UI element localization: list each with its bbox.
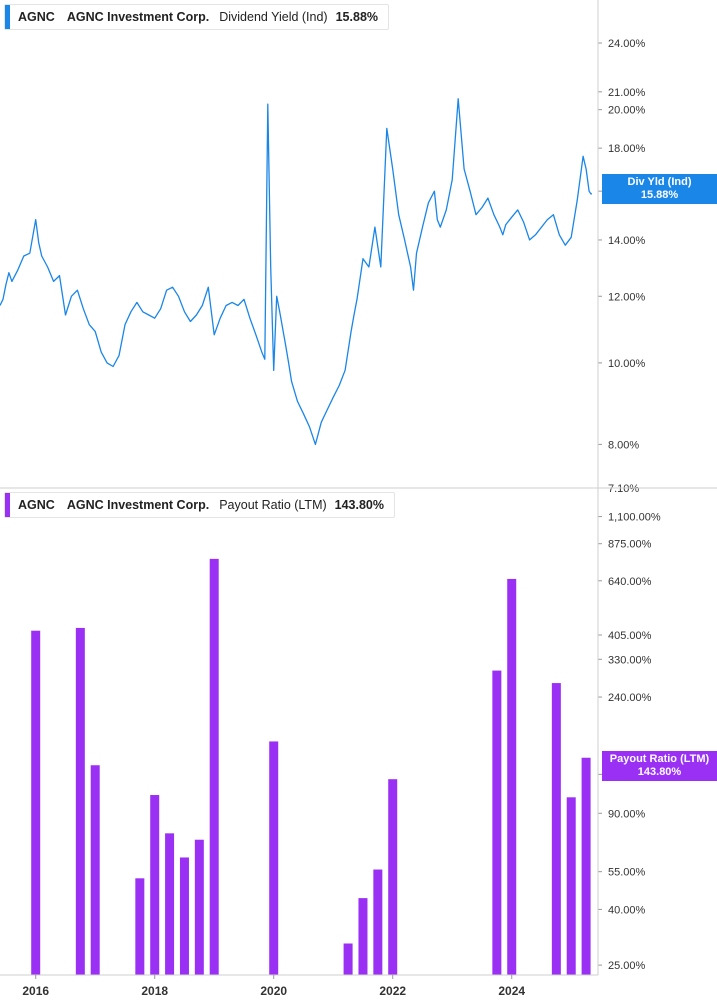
legend-company-name: AGNC Investment Corp.: [66, 10, 210, 24]
x-axis-tick-label: 2016: [22, 984, 49, 998]
payout-ratio-bar: [194, 839, 204, 975]
payout-ratio-bar: [492, 670, 502, 975]
y-axis-tick-label: 14.00%: [608, 235, 646, 247]
x-axis-tick-label: 2024: [498, 984, 525, 998]
legend-current-value: 143.80%: [334, 498, 385, 512]
y-axis-tick-label: 20.00%: [608, 105, 646, 117]
payout-ratio-bar: [551, 683, 561, 975]
dividend-yield-legend[interactable]: AGNC AGNC Investment Corp. Dividend Yiel…: [4, 4, 390, 30]
payout-ratio-value-tag: Payout Ratio (LTM) 143.80%: [602, 751, 717, 781]
y-axis-tick-label: 1,100.00%: [608, 512, 661, 524]
value-tag-value: 143.80%: [637, 766, 682, 778]
legend-metric-name: Payout Ratio (LTM): [219, 498, 327, 512]
payout-ratio-bar: [566, 797, 576, 975]
y-axis-tick-label: 330.00%: [608, 654, 652, 666]
payout-ratio-bar: [179, 857, 189, 975]
y-axis-tick-label: 875.00%: [608, 539, 652, 551]
payout-ratio-bar: [358, 898, 368, 975]
payout-ratio-bar: [75, 627, 85, 975]
payout-series-swatch: [5, 493, 10, 517]
payout-ratio-panel: 1,100.00% 875.00% 640.00% 405.00% 330.00% 240…: [0, 512, 661, 998]
value-tag-label: Payout Ratio (LTM): [609, 753, 710, 765]
payout-ratio-bar: [209, 558, 219, 975]
y-axis-tick-label: 12.00%: [608, 291, 646, 303]
y-axis-tick-label: 18.00%: [608, 143, 646, 155]
y-axis-tick-label: 405.00%: [608, 630, 652, 642]
dividend-yield-panel: 24.00%21.00%20.00%18.00%16.00%14.00%12.0…: [0, 38, 646, 495]
x-axis-tick-label: 2022: [379, 984, 406, 998]
y-axis-tick-label: 7.10%: [608, 483, 639, 495]
legend-metric-name: Dividend Yield (Ind): [219, 10, 328, 24]
yield-series-swatch: [5, 5, 10, 29]
payout-ratio-bar: [31, 630, 41, 975]
legend-current-value: 15.88%: [335, 10, 379, 24]
y-axis-tick-label: 55.00%: [608, 867, 646, 879]
x-axis-tick-label: 2020: [260, 984, 287, 998]
dividend-yield-line: [0, 98, 592, 446]
y-axis-tick-label: 8.00%: [608, 439, 639, 451]
payout-ratio-bar: [269, 741, 279, 975]
legend-company-name: AGNC Investment Corp.: [66, 498, 210, 512]
payout-ratio-legend[interactable]: AGNC AGNC Investment Corp. Payout Ratio …: [4, 492, 396, 518]
y-axis-tick-label: 24.00%: [608, 38, 646, 50]
payout-ratio-bar: [90, 765, 100, 975]
legend-ticker: AGNC: [18, 10, 55, 24]
x-axis-tick-label: 2018: [141, 984, 168, 998]
y-axis-tick-label: 640.00%: [608, 576, 652, 588]
y-axis-tick-label: 240.00%: [608, 692, 652, 704]
payout-ratio-bar: [373, 869, 383, 975]
payout-ratio-bar: [165, 833, 175, 975]
y-axis-tick-label: 40.00%: [608, 904, 646, 916]
y-axis-tick-label: 10.00%: [608, 358, 646, 370]
value-tag-value: 15.88%: [640, 189, 679, 201]
payout-ratio-bar: [388, 779, 398, 975]
payout-ratio-bar: [507, 578, 517, 975]
legend-ticker: AGNC: [18, 498, 55, 512]
dividend-yield-value-tag: Div Yld (Ind) 15.88%: [602, 174, 717, 204]
payout-ratio-bar: [343, 943, 353, 975]
y-axis-tick-label: 21.00%: [608, 87, 646, 99]
payout-ratio-bar: [135, 878, 145, 975]
payout-ratio-bar: [150, 795, 160, 975]
value-tag-label: Div Yld (Ind): [627, 176, 692, 188]
payout-ratio-bar: [581, 757, 591, 975]
y-axis-tick-label: 90.00%: [608, 808, 646, 820]
y-axis-tick-label: 25.00%: [608, 960, 646, 972]
